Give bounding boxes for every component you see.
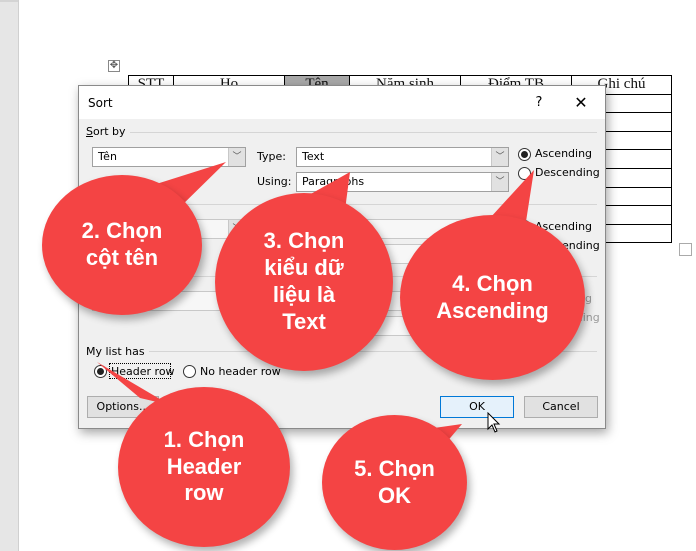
callout-step-4-text: 4. Chọn Ascending	[436, 270, 549, 323]
sort-by-separator	[87, 132, 597, 133]
type-value: Text	[302, 150, 325, 163]
descending-radio[interactable]	[518, 167, 531, 180]
using-value: Paragraphs	[302, 175, 365, 188]
header-row-radio[interactable]	[94, 365, 107, 378]
header-row-label[interactable]: Header row	[111, 365, 175, 378]
ascending-radio[interactable]	[518, 148, 531, 161]
cancel-button[interactable]: Cancel	[524, 396, 598, 418]
callout-step-2-text: 2. Chọn cột tên	[81, 218, 163, 270]
type-label: Type:	[257, 150, 286, 163]
dialog-title: Sort	[88, 96, 113, 110]
close-button[interactable]: ✕	[569, 92, 593, 114]
mouse-pointer-icon	[487, 412, 501, 433]
callout-step-5-text: 5. Chọn OK	[354, 455, 435, 508]
using-select[interactable]: Paragraphs ﹀	[296, 172, 509, 192]
callout-step-3-text: 3. Chọn kiểu dữ liệu là Text	[263, 228, 345, 334]
no-header-row-radio[interactable]	[183, 365, 196, 378]
callout-step-2: 2. Chọn cột tên	[42, 175, 202, 315]
descending-label[interactable]: Descending	[535, 166, 600, 179]
sort-by-column-select[interactable]: Tên ﹀	[92, 147, 246, 167]
type-select[interactable]: Text ﹀	[296, 147, 509, 167]
callout-step-3: 3. Chọn kiểu dữ liệu là Text	[215, 193, 393, 371]
callout-step-4: 4. Chọn Ascending	[400, 215, 585, 380]
chevron-down-icon[interactable]: ﹀	[491, 173, 508, 191]
callout-step-5: 5. Chọn OK	[322, 415, 467, 550]
ok-button[interactable]: OK	[440, 396, 514, 418]
sort-by-label: Sort by	[86, 125, 130, 138]
help-button[interactable]: ?	[529, 93, 549, 113]
sort-by-column-value: Tên	[98, 150, 117, 163]
sort-by-label-rest: ort by	[92, 125, 126, 138]
no-header-row-label[interactable]: No header row	[200, 365, 281, 378]
chevron-down-icon[interactable]: ﹀	[491, 148, 508, 166]
table-move-handle-icon[interactable]: ✥	[108, 60, 120, 72]
dialog-titlebar[interactable]: Sort ? ✕	[79, 86, 605, 119]
callout-step-1-text: 1. Chọn Header row	[163, 426, 245, 506]
my-list-has-label: My list has	[86, 345, 149, 358]
callout-step-1: 1. Chọn Header row	[118, 387, 290, 547]
paragraph-end-mark	[679, 243, 692, 256]
ascending-label[interactable]: Ascending	[535, 147, 592, 160]
chevron-down-icon[interactable]: ﹀	[228, 148, 245, 166]
using-label: Using:	[257, 175, 292, 188]
